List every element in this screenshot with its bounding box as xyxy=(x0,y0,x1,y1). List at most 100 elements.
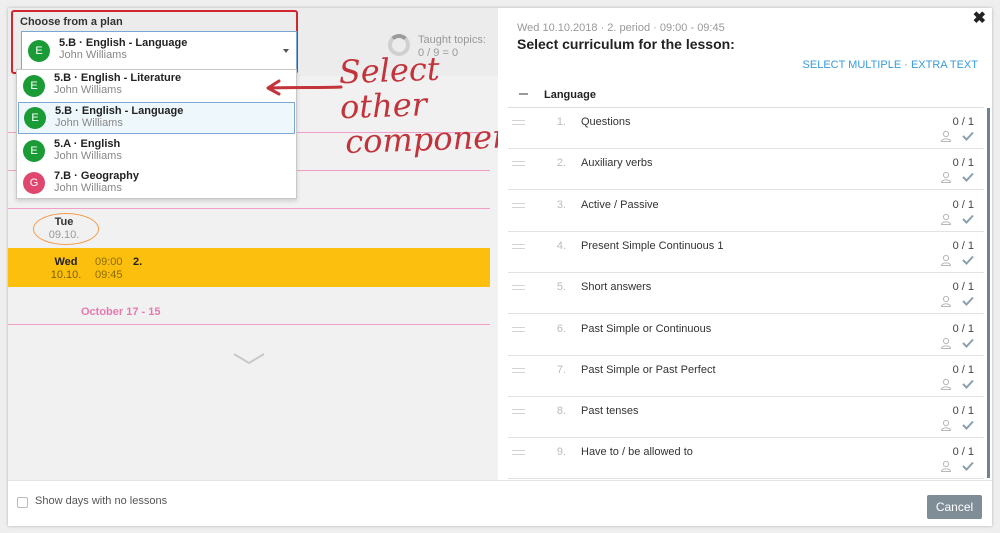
topic-row[interactable]: 2. Auxiliary verbs 0 / 1 xyxy=(508,149,984,191)
topic-row[interactable]: 5. Short answers 0 / 1 xyxy=(508,273,984,315)
subject-avatar: E xyxy=(24,107,46,129)
plan-option[interactable]: G 7.B · Geography John Williams xyxy=(17,167,296,199)
drag-handle-icon[interactable] xyxy=(512,326,525,332)
plan-option-title: 5.B · English - Literature xyxy=(54,72,182,84)
topic-row[interactable]: 3. Active / Passive 0 / 1 xyxy=(508,191,984,232)
plan-option-title: 5.B · English - Language xyxy=(55,105,184,117)
plan-option-teacher: John Williams xyxy=(54,182,122,194)
check-icon[interactable] xyxy=(962,131,974,141)
subject-avatar: E xyxy=(23,140,45,162)
plan-option-title: 7.B · Geography xyxy=(54,170,139,182)
topic-name: Past tenses xyxy=(581,405,639,418)
week-divider xyxy=(8,208,490,209)
topic-row[interactable]: 6. Past Simple or Continuous 0 / 1 xyxy=(508,315,984,356)
topic-count: 0 / 1 xyxy=(952,198,974,211)
topic-name: Short answers xyxy=(581,281,652,294)
selected-plan-teacher: John Williams xyxy=(59,49,127,61)
subject-avatar: E xyxy=(28,40,50,62)
close-icon[interactable]: ✖ xyxy=(973,8,986,28)
select-multiple-link[interactable]: SELECT MULTIPLE xyxy=(803,59,902,71)
user-icon[interactable] xyxy=(940,213,952,225)
lesson-period: 2. xyxy=(133,256,143,268)
plan-option[interactable]: E 5.A · English John Williams xyxy=(17,135,296,167)
topic-group-title: Language xyxy=(544,89,596,101)
topic-row[interactable]: 7. Past Simple or Past Perfect 0 / 1 xyxy=(508,356,984,397)
week-divider xyxy=(8,324,490,325)
user-icon[interactable] xyxy=(940,295,952,308)
day-tue[interactable]: Tue 09.10. xyxy=(44,216,84,242)
scrollbar[interactable] xyxy=(987,108,990,478)
check-icon[interactable] xyxy=(962,379,974,389)
link-separator: · xyxy=(904,59,908,71)
user-icon[interactable] xyxy=(940,460,952,473)
time-start: 09:00 xyxy=(95,256,123,268)
annotation-line: Select other xyxy=(338,49,441,127)
plan-option-title: 5.A · English xyxy=(54,138,121,150)
check-icon[interactable] xyxy=(962,461,974,472)
topic-name: Past Simple or Continuous xyxy=(581,322,712,335)
topic-number: 4. xyxy=(556,239,566,252)
check-icon[interactable] xyxy=(962,296,974,307)
show-days-label[interactable]: Show days with no lessons xyxy=(35,495,167,507)
topic-count: 0 / 1 xyxy=(952,157,974,170)
selected-plan-title: 5.B · English - Language xyxy=(59,37,188,49)
user-icon[interactable] xyxy=(940,171,952,184)
annotation-arrow-icon xyxy=(266,79,343,96)
drag-handle-icon[interactable] xyxy=(512,367,525,373)
plan-option[interactable]: E 5.B · English - Literature John Willia… xyxy=(17,70,296,102)
check-icon[interactable] xyxy=(962,338,974,348)
check-icon[interactable] xyxy=(962,214,974,224)
day-name: Wed xyxy=(54,256,78,268)
user-icon[interactable] xyxy=(940,419,952,432)
topic-count: 0 / 1 xyxy=(952,405,974,418)
topic-row[interactable]: 8. Past tenses 0 / 1 xyxy=(508,397,984,439)
drag-handle-icon[interactable] xyxy=(512,202,525,208)
check-icon[interactable] xyxy=(962,172,974,183)
user-icon[interactable] xyxy=(940,130,952,142)
curriculum-actions: SELECT MULTIPLE · EXTRA TEXT xyxy=(803,59,978,71)
chevron-down-icon[interactable] xyxy=(233,352,265,366)
user-icon[interactable] xyxy=(940,337,952,349)
cancel-button[interactable]: Cancel xyxy=(927,495,982,519)
annotation-text: Select other component xyxy=(338,49,498,161)
drag-handle-icon[interactable] xyxy=(512,120,525,125)
day-date: 10.10. xyxy=(50,269,82,281)
calendar-panel: Taught topics: 0 / 9 = 0 October 09 - 14… xyxy=(8,8,498,480)
lesson-dialog: Taught topics: 0 / 9 = 0 October 09 - 14… xyxy=(8,8,992,526)
topic-row[interactable]: 1. Questions 0 / 1 xyxy=(508,108,984,149)
lesson-time: 09:00 09:45 xyxy=(95,256,123,282)
topic-group-header[interactable]: Language xyxy=(508,86,984,108)
topic-name: Active / Passive xyxy=(581,198,659,211)
curriculum-panel: ✖ Wed 10.10.2018 · 2. period · 09:00 - 0… xyxy=(500,8,992,480)
drag-handle-icon[interactable] xyxy=(512,243,525,249)
drag-handle-icon[interactable] xyxy=(512,450,525,456)
topic-row[interactable]: 9. Have to / be allowed to 0 / 1 xyxy=(508,438,984,480)
user-icon[interactable] xyxy=(940,254,952,266)
subject-avatar: E xyxy=(23,75,45,97)
plan-option-teacher: John Williams xyxy=(54,84,122,96)
extra-text-link[interactable]: EXTRA TEXT xyxy=(911,59,978,71)
collapse-icon[interactable] xyxy=(519,93,528,95)
taught-label: Taught topics: xyxy=(418,34,486,46)
plan-select[interactable]: E 5.B · English - Language John Williams xyxy=(21,31,297,71)
check-icon[interactable] xyxy=(962,420,974,431)
week-label: October 17 - 15 xyxy=(81,306,161,318)
day-date: 09.10. xyxy=(48,229,80,241)
drag-handle-icon[interactable] xyxy=(512,285,525,291)
drag-handle-icon[interactable] xyxy=(512,409,525,415)
plan-picker-highlight: Choose from a plan E 5.B · English - Lan… xyxy=(11,10,298,74)
subject-avatar: G xyxy=(23,172,45,194)
topic-number: 3. xyxy=(556,198,566,211)
topic-name: Auxiliary verbs xyxy=(581,157,653,170)
user-icon[interactable] xyxy=(940,378,952,390)
day-name: Tue xyxy=(54,216,74,228)
drag-handle-icon[interactable] xyxy=(512,161,525,167)
topic-count: 0 / 1 xyxy=(952,446,974,459)
check-icon[interactable] xyxy=(962,255,974,265)
topic-count: 0 / 1 xyxy=(952,363,974,376)
topic-count: 0 / 1 xyxy=(952,239,974,252)
topic-row[interactable]: 4. Present Simple Continuous 1 0 / 1 xyxy=(508,232,984,273)
topic-number: 1. xyxy=(556,116,566,128)
plan-option-selected[interactable]: E 5.B · English - Language John Williams xyxy=(18,102,295,134)
show-days-checkbox[interactable] xyxy=(17,497,28,508)
